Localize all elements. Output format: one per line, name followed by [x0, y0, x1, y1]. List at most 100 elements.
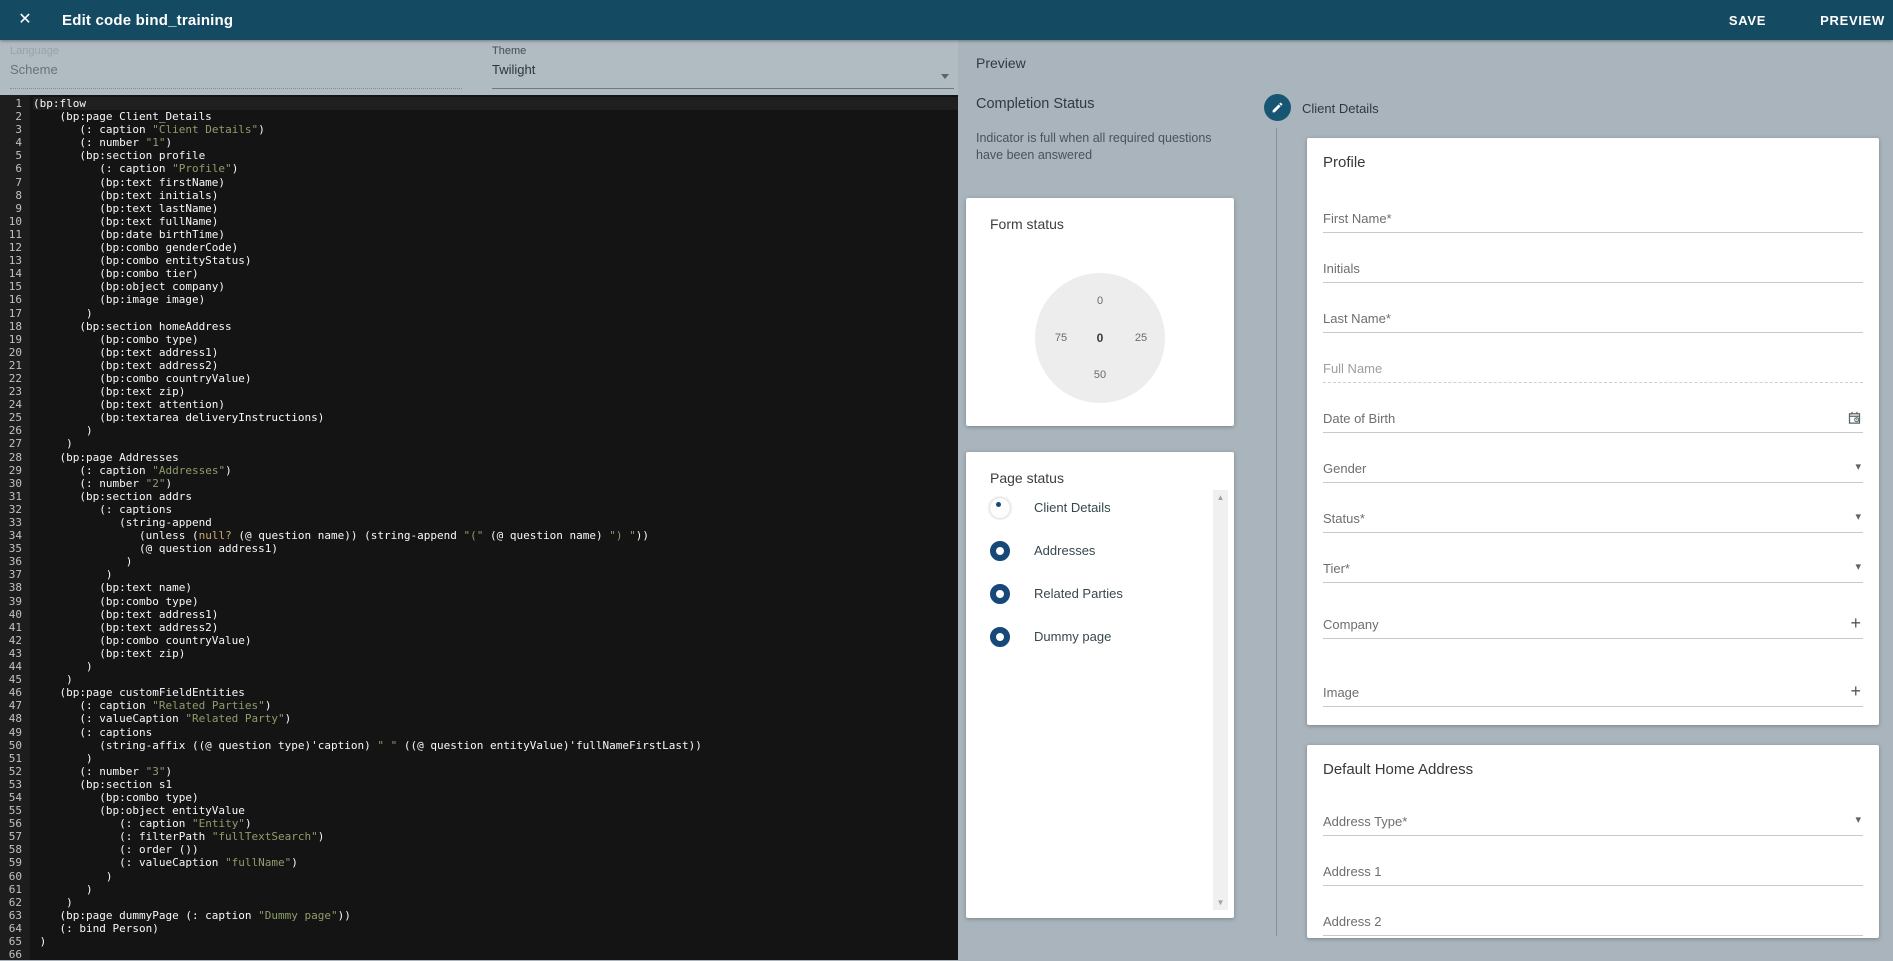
- code-line[interactable]: (bp:object entityValue: [33, 804, 958, 817]
- code-line[interactable]: ): [33, 660, 958, 673]
- code-line[interactable]: (bp:combo type): [33, 791, 958, 804]
- code-line[interactable]: (bp:combo countryValue): [33, 372, 958, 385]
- code-line[interactable]: (bp:combo entityStatus): [33, 254, 958, 267]
- code-line[interactable]: (bp:section profile: [33, 149, 958, 162]
- code-line[interactable]: (bp:text name): [33, 581, 958, 594]
- form-field-gender[interactable]: Gender▾: [1323, 433, 1863, 483]
- edit-page-icon[interactable]: [1264, 94, 1291, 121]
- code-line[interactable]: (: captions: [33, 726, 958, 739]
- code-line[interactable]: (string-append: [33, 516, 958, 529]
- code-line[interactable]: (bp:combo countryValue): [33, 634, 958, 647]
- code-line[interactable]: (: caption "Client Details"): [33, 123, 958, 136]
- dropdown-caret-icon[interactable]: ▾: [1855, 462, 1861, 473]
- code-line[interactable]: (bp:image image): [33, 293, 958, 306]
- code-line[interactable]: (bp:text fullName): [33, 215, 958, 228]
- code-line[interactable]: (: caption "Entity"): [33, 817, 958, 830]
- calendar-button[interactable]: [1847, 410, 1862, 425]
- code-line[interactable]: (bp:section s1: [33, 778, 958, 791]
- dropdown-caret-icon[interactable]: ▾: [1855, 562, 1861, 573]
- code-line[interactable]: (bp:text address1): [33, 346, 958, 359]
- code-line[interactable]: (bp:textarea deliveryInstructions): [33, 411, 958, 424]
- code-line[interactable]: (bp:text address1): [33, 608, 958, 621]
- code-line[interactable]: (bp:combo type): [33, 333, 958, 346]
- dropdown-caret-icon[interactable]: ▾: [1855, 512, 1861, 523]
- code-line[interactable]: (bp:section homeAddress: [33, 320, 958, 333]
- form-field-tier[interactable]: Tier*▾: [1323, 533, 1863, 583]
- code-line[interactable]: [33, 948, 958, 961]
- code-line[interactable]: (: captions: [33, 503, 958, 516]
- page-status-item[interactable]: Related Parties: [966, 572, 1234, 615]
- code-line[interactable]: ): [33, 307, 958, 320]
- code-line[interactable]: (: caption "Related Parties"): [33, 699, 958, 712]
- form-field-initials[interactable]: Initials: [1323, 233, 1863, 283]
- save-button[interactable]: SAVE: [1725, 3, 1770, 38]
- code-line[interactable]: ): [33, 935, 958, 948]
- form-field-full-name[interactable]: Full Name: [1323, 333, 1863, 383]
- add-icon[interactable]: +: [1850, 615, 1861, 631]
- code-line[interactable]: ): [33, 555, 958, 568]
- code-line[interactable]: (unless (null? (@ question name)) (strin…: [33, 529, 958, 542]
- code-line[interactable]: (: caption "Addresses"): [33, 464, 958, 477]
- page-progress-radio-icon[interactable]: [990, 627, 1010, 647]
- code-line[interactable]: ): [33, 568, 958, 581]
- code-line[interactable]: (: caption "Profile"): [33, 162, 958, 175]
- add-icon[interactable]: +: [1850, 683, 1861, 699]
- form-field-address-1[interactable]: Address 1: [1323, 836, 1863, 886]
- code-line[interactable]: (bp:date birthTime): [33, 228, 958, 241]
- form-field-address-2[interactable]: Address 2: [1323, 886, 1863, 936]
- page-progress-radio-icon[interactable]: [990, 541, 1010, 561]
- code-line[interactable]: (bp:combo genderCode): [33, 241, 958, 254]
- code-line[interactable]: (bp:text address2): [33, 621, 958, 634]
- page-status-item[interactable]: Addresses: [966, 529, 1234, 572]
- page-status-item[interactable]: Client Details: [966, 486, 1234, 529]
- code-line[interactable]: ): [33, 424, 958, 437]
- code-line[interactable]: ): [33, 883, 958, 896]
- scroll-up-icon[interactable]: ▲: [1213, 493, 1228, 502]
- scroll-down-icon[interactable]: ▼: [1213, 898, 1228, 907]
- code-line[interactable]: (bp:section addrs: [33, 490, 958, 503]
- code-line[interactable]: (: bind Person): [33, 922, 958, 935]
- code-line[interactable]: (bp:text lastName): [33, 202, 958, 215]
- close-icon[interactable]: ✕: [8, 0, 42, 40]
- code-line[interactable]: (: order ()): [33, 843, 958, 856]
- code-line[interactable]: (bp:text zip): [33, 385, 958, 398]
- code-line[interactable]: (bp:text attention): [33, 398, 958, 411]
- form-field-first-name[interactable]: First Name*: [1323, 183, 1863, 233]
- code-line[interactable]: (bp:page Addresses: [33, 451, 958, 464]
- code-line[interactable]: ): [33, 437, 958, 450]
- code-lines[interactable]: (bp:flow (bp:page Client_Details (: capt…: [33, 97, 958, 960]
- theme-select[interactable]: Theme Twilight: [492, 45, 954, 89]
- code-line[interactable]: (: number "3"): [33, 765, 958, 778]
- code-line[interactable]: (: valueCaption "Related Party"): [33, 712, 958, 725]
- code-line[interactable]: ): [33, 752, 958, 765]
- code-line[interactable]: (bp:text address2): [33, 359, 958, 372]
- code-line[interactable]: (: number "1"): [33, 136, 958, 149]
- code-line[interactable]: (bp:page dummyPage (: caption "Dummy pag…: [33, 909, 958, 922]
- code-line[interactable]: (bp:text zip): [33, 647, 958, 660]
- dropdown-caret-icon[interactable]: ▾: [1855, 815, 1861, 826]
- page-status-scrollbar[interactable]: ▲ ▼: [1213, 490, 1228, 910]
- form-field-status[interactable]: Status*▾: [1323, 483, 1863, 533]
- code-line[interactable]: (bp:text initials): [33, 189, 958, 202]
- code-line[interactable]: (bp:flow: [33, 97, 958, 110]
- code-line[interactable]: (: filterPath "fullTextSearch"): [33, 830, 958, 843]
- code-line[interactable]: (bp:object company): [33, 280, 958, 293]
- page-progress-radio-icon[interactable]: [990, 584, 1010, 604]
- page-status-item[interactable]: Dummy page: [966, 615, 1234, 658]
- page-progress-radio-icon[interactable]: [990, 498, 1010, 518]
- code-editor[interactable]: 1234567891011121314151617181920212223242…: [0, 95, 958, 960]
- form-field-date-of-birth[interactable]: Date of Birth: [1323, 383, 1863, 433]
- code-line[interactable]: ): [33, 673, 958, 686]
- code-line[interactable]: (bp:page Client_Details: [33, 110, 958, 123]
- form-field-last-name[interactable]: Last Name*: [1323, 283, 1863, 333]
- code-line[interactable]: (bp:combo tier): [33, 267, 958, 280]
- code-line[interactable]: (bp:combo type): [33, 595, 958, 608]
- code-line[interactable]: ): [33, 870, 958, 883]
- form-field-image[interactable]: Image+: [1323, 639, 1863, 707]
- code-line[interactable]: (: number "2"): [33, 477, 958, 490]
- code-line[interactable]: (: valueCaption "fullName"): [33, 856, 958, 869]
- preview-button[interactable]: PREVIEW: [1816, 3, 1889, 38]
- form-field-address-type[interactable]: Address Type*▾: [1323, 786, 1863, 836]
- code-line[interactable]: ): [33, 896, 958, 909]
- code-line[interactable]: (@ question address1): [33, 542, 958, 555]
